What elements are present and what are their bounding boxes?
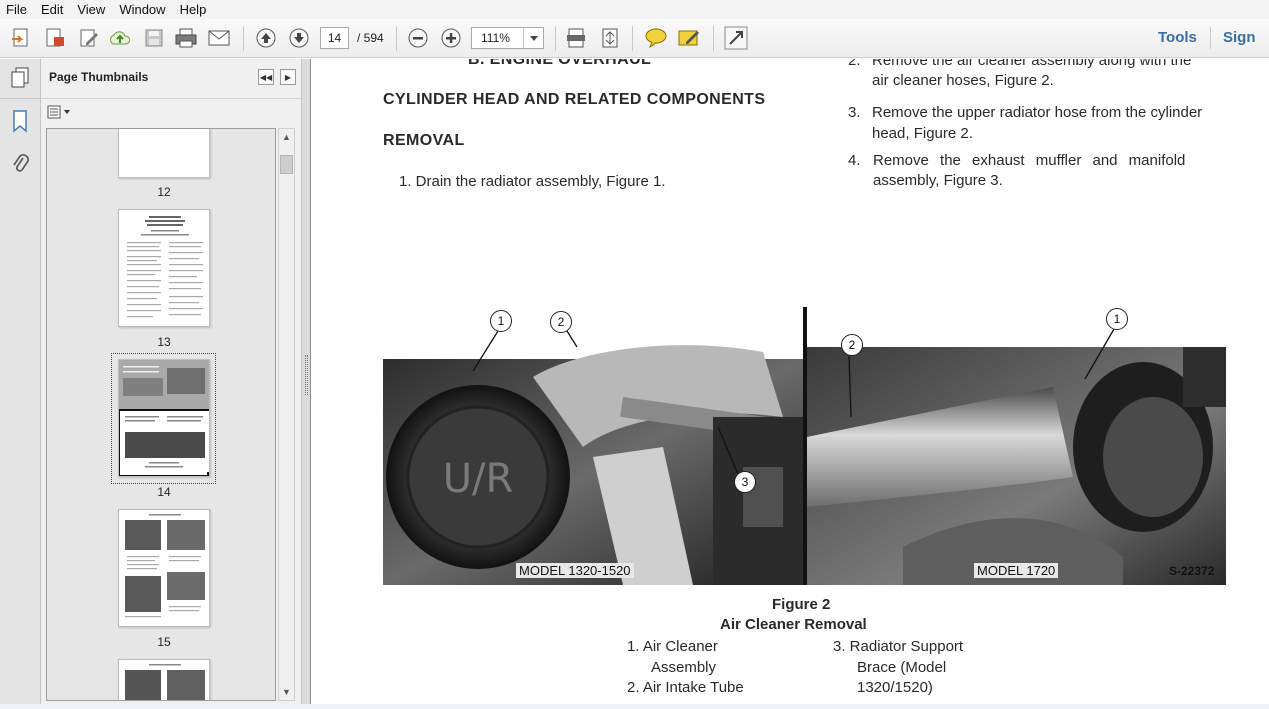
step-2-line-1: Remove the air cleaner assembly along wi… — [872, 59, 1192, 69]
export-pdf-icon[interactable] — [42, 25, 68, 51]
fit-page-icon[interactable] — [563, 25, 589, 51]
zoom-in-icon[interactable] — [438, 25, 464, 51]
figure-caption-subtitle: Air Cleaner Removal — [720, 616, 867, 633]
print-icon[interactable] — [173, 25, 199, 51]
status-strip — [0, 704, 1269, 709]
zoom-out-icon[interactable] — [405, 25, 431, 51]
comment-icon[interactable] — [643, 25, 669, 51]
menu-bar: File Edit View Window Help — [0, 0, 1269, 19]
step-3-line-1: Remove the upper radiator hose from the … — [872, 104, 1203, 121]
figure-code: S-22372 — [1169, 564, 1215, 578]
menu-window[interactable]: Window — [113, 0, 173, 19]
chevron-down-icon[interactable] — [523, 28, 543, 48]
thumbnail-page-15[interactable] — [118, 509, 210, 627]
tools-button[interactable]: Tools — [1158, 29, 1197, 46]
figure-2-photo: U/R 1 2 3 2 1 MODEL 1320-1520 MODEL 1720… — [383, 307, 1226, 585]
thumbnail-page-16[interactable] — [118, 659, 210, 700]
email-icon[interactable] — [206, 25, 232, 51]
callout-1-right: 1 — [1106, 308, 1128, 330]
sign-button[interactable]: Sign — [1223, 29, 1256, 46]
right-model-label: MODEL 1720 — [974, 563, 1059, 578]
scroll-thumb[interactable] — [280, 155, 293, 174]
thumbnail-page-12[interactable] — [118, 129, 210, 178]
menu-edit[interactable]: Edit — [35, 0, 71, 19]
section-title: B. ENGINE OVERHAUL — [468, 59, 652, 68]
step-3-number: 3. — [848, 104, 861, 121]
save-icon[interactable] — [141, 25, 167, 51]
callout-2-left: 2 — [550, 311, 572, 333]
toolbar: 14 / 594 111% Tools Sign — [0, 19, 1269, 58]
thumbnail-scrollbar[interactable]: ▲ ▼ — [278, 128, 295, 701]
figure-caption-title: Figure 2 — [772, 596, 831, 613]
step-4-line-1: Remove the exhaust muffler and manifold — [873, 152, 1186, 169]
scroll-up-icon[interactable]: ▲ — [279, 129, 294, 145]
zoom-select[interactable]: 111% — [471, 27, 544, 49]
highlight-icon[interactable] — [676, 25, 702, 51]
page-number-input[interactable]: 14 — [320, 27, 349, 49]
legend-item-3-cont2: 1320/1520) — [857, 679, 933, 696]
upload-cloud-icon[interactable] — [107, 25, 133, 51]
next-page-icon[interactable] — [286, 25, 312, 51]
full-screen-icon[interactable] — [597, 25, 623, 51]
legend-item-3-cont: Brace (Model — [857, 659, 947, 676]
panel-header: Page Thumbnails ◀◀ ▶ — [41, 59, 301, 99]
step-4-line-2: assembly, Figure 3. — [873, 172, 1003, 189]
attachment-icon[interactable] — [7, 151, 33, 177]
options-menu-icon[interactable] — [47, 103, 71, 121]
expand-icon[interactable] — [723, 25, 749, 51]
thumbnail-page-14[interactable] — [118, 359, 210, 477]
menu-file[interactable]: File — [0, 0, 35, 19]
thumbnail-panel: Page Thumbnails ◀◀ ▶ 12 13 14 15 ▲ ▼ — [41, 59, 301, 709]
step-2-number: 2. — [848, 59, 861, 69]
panel-splitter[interactable] — [301, 59, 311, 709]
menu-help[interactable]: Help — [174, 0, 215, 19]
removal-heading: REMOVAL — [383, 132, 465, 149]
create-pdf-icon[interactable] — [8, 25, 34, 51]
thumbnail-label: 15 — [157, 635, 171, 649]
legend-item-3: 3. Radiator Support — [833, 638, 964, 655]
section-heading: CYLINDER HEAD AND RELATED COMPONENTS — [383, 91, 766, 108]
callout-1-left: 1 — [490, 310, 512, 332]
thumbnail-label: 13 — [157, 335, 171, 349]
step-1: 1. Drain the radiator assembly, Figure 1… — [399, 173, 666, 190]
navigation-rail — [0, 59, 41, 709]
left-model-label: MODEL 1320-1520 — [516, 563, 634, 578]
thumbnail-page-13[interactable] — [118, 209, 210, 327]
legend-item-2: 2. Air Intake Tube — [627, 679, 744, 696]
panel-title: Page Thumbnails — [49, 70, 149, 84]
page-total: / 594 — [357, 31, 384, 45]
step-3-line-2: head, Figure 2. — [872, 125, 973, 142]
bookmark-icon[interactable] — [7, 108, 33, 134]
step-2-line-2: air cleaner hoses, Figure 2. — [872, 72, 1054, 89]
thumbnail-list[interactable]: 12 13 14 15 — [46, 128, 276, 701]
collapse-panel-icon[interactable]: ◀◀ — [258, 69, 274, 85]
document-view[interactable]: B. ENGINE OVERHAUL CYLINDER HEAD AND REL… — [311, 59, 1269, 709]
callout-3-left: 3 — [734, 471, 756, 493]
callout-2-right: 2 — [841, 334, 863, 356]
thumbnail-label: 14 — [157, 485, 171, 499]
scroll-down-icon[interactable]: ▼ — [279, 684, 294, 700]
expand-panel-icon[interactable]: ▶ — [280, 69, 296, 85]
step-4-number: 4. — [848, 152, 861, 169]
thumbnail-label: 12 — [157, 185, 171, 199]
zoom-value: 111% — [481, 31, 510, 45]
previous-page-icon[interactable] — [253, 25, 279, 51]
menu-view[interactable]: View — [71, 0, 113, 19]
edit-pdf-icon[interactable] — [76, 25, 102, 51]
legend-item-1-cont: Assembly — [651, 659, 717, 676]
page-thumbnails-icon[interactable] — [7, 65, 33, 91]
legend-item-1: 1. Air Cleaner — [627, 638, 718, 655]
cap-emblem: U/R — [443, 456, 514, 502]
